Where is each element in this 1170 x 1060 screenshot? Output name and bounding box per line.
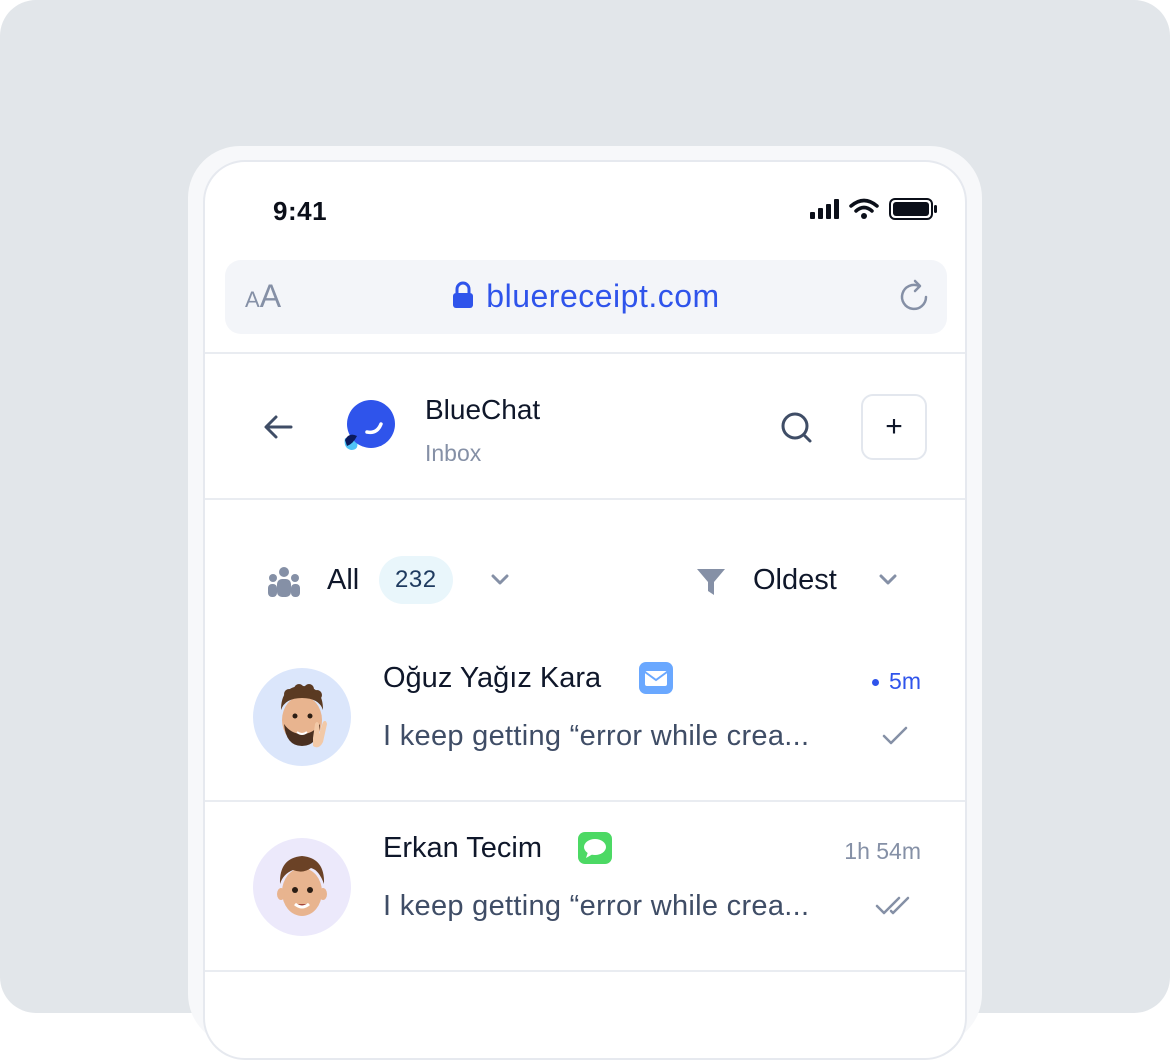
group-count-badge: 232 — [379, 556, 453, 604]
conversation-item[interactable]: Oğuz Yağız Kara 5m I keep getting “error… — [205, 632, 965, 802]
status-icons — [810, 198, 937, 220]
double-checkmark-icon — [875, 894, 913, 923]
phone-screen: 9:41 AA bluereceipt.com BlueChat Inbox +… — [203, 160, 967, 1060]
url-display[interactable]: bluereceipt.com — [225, 278, 947, 317]
divider — [205, 498, 965, 500]
add-button-label: + — [885, 410, 903, 443]
avatar — [253, 838, 351, 936]
url-text: bluereceipt.com — [486, 278, 720, 314]
avatar — [253, 668, 351, 766]
contact-name: Erkan Tecim — [383, 832, 543, 864]
filter-row: All 232 Oldest — [205, 556, 965, 612]
reload-icon[interactable] — [895, 278, 933, 321]
message-time: 1h 54m — [844, 838, 921, 864]
message-preview: I keep getting “error while crea... — [383, 890, 810, 922]
lock-icon — [452, 280, 474, 317]
group-filter-label[interactable]: All — [327, 564, 359, 597]
app-title: BlueChat — [425, 394, 541, 425]
message-time: 5m — [872, 668, 921, 695]
chevron-down-icon[interactable] — [877, 572, 899, 593]
message-preview: I keep getting “error while crea... — [383, 720, 810, 752]
app-subtitle: Inbox — [425, 440, 482, 466]
people-group-icon — [267, 566, 301, 603]
chevron-down-icon[interactable] — [489, 572, 511, 593]
browser-url-bar[interactable]: AA bluereceipt.com — [225, 260, 947, 334]
contact-name: Oğuz Yağız Kara — [383, 662, 602, 694]
checkmark-icon — [881, 724, 909, 753]
add-conversation-button[interactable]: + — [861, 394, 927, 460]
search-icon[interactable] — [779, 410, 815, 451]
wifi-icon — [849, 198, 879, 219]
conversation-item[interactable]: Erkan Tecim 1h 54m I keep getting “error… — [205, 802, 965, 972]
divider — [205, 352, 965, 354]
unread-dot-icon — [872, 679, 880, 687]
sort-label[interactable]: Oldest — [753, 564, 837, 597]
message-time-text: 5m — [889, 668, 921, 694]
messages-icon — [578, 832, 612, 869]
bluechat-logo-icon — [341, 398, 397, 459]
divider — [205, 970, 965, 972]
battery-icon — [889, 198, 937, 220]
back-arrow-icon[interactable] — [263, 414, 293, 445]
cellular-signal-icon — [810, 199, 839, 219]
email-icon — [639, 662, 673, 699]
filter-funnel-icon[interactable] — [695, 566, 727, 603]
status-time: 9:41 — [273, 196, 328, 226]
